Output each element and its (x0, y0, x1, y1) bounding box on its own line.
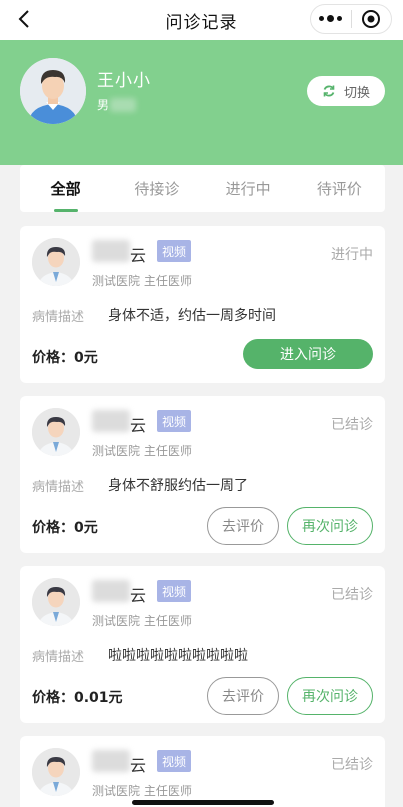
status-tabs: 全部 待接诊 进行中 待评价 (20, 165, 385, 212)
home-indicator (132, 800, 274, 805)
consult-record-card[interactable]: 云 视频 测试医院 主任医师 已结诊 病情描述 啦啦啦啦啦啦啦啦啦啦 价格：0.… (20, 566, 385, 723)
consult-record-card[interactable]: 云 视频 测试医院 主任医师 已结诊 (20, 736, 385, 807)
doctor-avatar (32, 238, 80, 286)
tab-pending[interactable]: 待接诊 (111, 165, 202, 212)
refresh-icon (323, 85, 335, 97)
doctor-hospital-title: 测试医院 主任医师 (92, 444, 192, 458)
page-title: 问诊记录 (165, 12, 238, 33)
redacted-name (92, 750, 130, 772)
description-text: 身体不适，约估一周多时间 (108, 308, 276, 324)
doctor-name: 云 (130, 416, 147, 435)
price: 价格：0.01元 (32, 690, 123, 706)
status-label: 已结诊 (331, 757, 373, 773)
video-tag: 视频 (157, 750, 191, 772)
price: 价格：0元 (32, 350, 98, 366)
doctor-name: 云 (130, 586, 147, 605)
back-arrow-icon[interactable] (14, 8, 36, 30)
doctor-avatar (32, 748, 80, 796)
description-text: 身体不舒服约估一周了 (108, 478, 248, 494)
user-gender: 男 (97, 98, 110, 112)
redacted-info (110, 98, 136, 112)
doctor-avatar (32, 578, 80, 626)
doctor-name: 云 (130, 246, 147, 265)
review-button[interactable]: 去评价 (207, 677, 279, 715)
status-label: 进行中 (331, 247, 373, 263)
mini-program-capsule (310, 4, 392, 34)
switch-label: 切换 (343, 85, 370, 101)
video-tag: 视频 (157, 580, 191, 602)
doctor-name: 云 (130, 756, 147, 775)
redacted-name (92, 240, 130, 262)
tab-in-progress[interactable]: 进行中 (203, 165, 294, 212)
status-label: 已结诊 (331, 587, 373, 603)
price: 价格：0元 (32, 520, 98, 536)
video-tag: 视频 (157, 240, 191, 262)
tab-all[interactable]: 全部 (20, 165, 111, 212)
video-tag: 视频 (157, 410, 191, 432)
nav-bar: 问诊记录 (0, 0, 403, 40)
doctor-hospital-title: 测试医院 主任医师 (92, 784, 192, 798)
close-target-icon[interactable] (351, 9, 391, 29)
doctor-hospital-title: 测试医院 主任医师 (92, 614, 192, 628)
consult-record-card[interactable]: 云 视频 测试医院 主任医师 已结诊 病情描述 身体不舒服约估一周了 价格：0元… (20, 396, 385, 553)
redacted-name (92, 410, 130, 432)
more-icon[interactable] (311, 15, 351, 22)
user-name: 王小小 (97, 71, 151, 91)
switch-user-button[interactable]: 切换 (307, 76, 385, 106)
description-label: 病情描述 (32, 650, 85, 665)
consult-again-button[interactable]: 再次问诊 (287, 677, 373, 715)
description-label: 病情描述 (32, 480, 85, 495)
doctor-avatar (32, 408, 80, 456)
description-text: 啦啦啦啦啦啦啦啦啦啦 (108, 648, 248, 664)
tab-to-review[interactable]: 待评价 (294, 165, 385, 212)
doctor-hospital-title: 测试医院 主任医师 (92, 274, 192, 288)
review-button[interactable]: 去评价 (207, 507, 279, 545)
user-avatar (20, 58, 86, 124)
enter-consult-button[interactable]: 进入问诊 (243, 339, 373, 369)
description-label: 病情描述 (32, 310, 85, 325)
profile-header: 王小小 男 切换 (0, 40, 403, 165)
redacted-name (92, 580, 130, 602)
consult-record-card[interactable]: 云 视频 测试医院 主任医师 进行中 病情描述 身体不适，约估一周多时间 价格：… (20, 226, 385, 383)
consult-again-button[interactable]: 再次问诊 (287, 507, 373, 545)
status-label: 已结诊 (331, 417, 373, 433)
